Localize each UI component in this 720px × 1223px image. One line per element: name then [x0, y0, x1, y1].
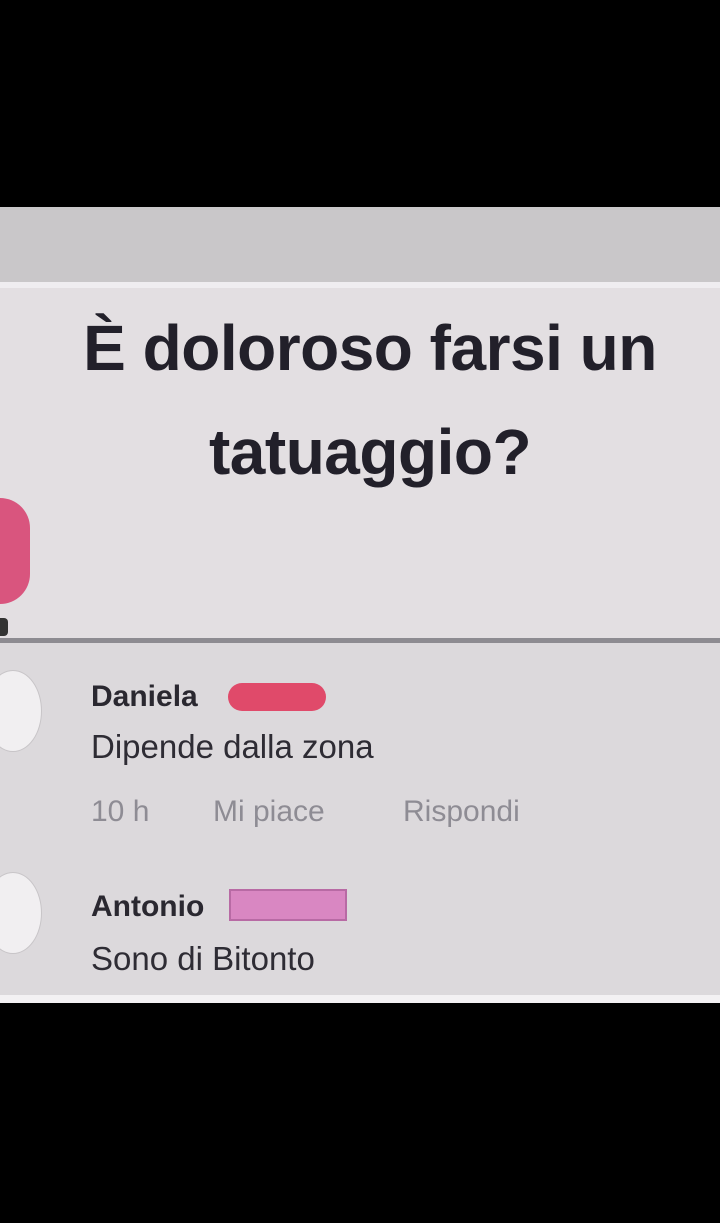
comment-author-name[interactable]: Daniela [91, 680, 198, 714]
redaction-mark [229, 889, 347, 921]
side-dark-mark [0, 618, 8, 636]
comment-text: Dipende dalla zona [91, 728, 374, 765]
reply-button[interactable]: Rispondi [403, 795, 520, 829]
like-button[interactable]: Mi piace [213, 795, 325, 829]
bottom-black-bar [0, 1003, 720, 1223]
top-black-bar [0, 0, 720, 207]
screenshot-page: È doloroso farsi un tatuaggio? Daniela D… [0, 0, 720, 1223]
comment-timestamp: 10 h [91, 795, 150, 828]
redaction-mark [228, 683, 326, 711]
header-strip [0, 207, 720, 282]
side-pink-decoration [0, 498, 30, 604]
comment-text: Sono di Bitonto [91, 940, 315, 977]
comment-author-name[interactable]: Antonio [91, 890, 204, 924]
bottom-divider [0, 995, 720, 1003]
post-title: È doloroso farsi un tatuaggio? [83, 312, 657, 488]
